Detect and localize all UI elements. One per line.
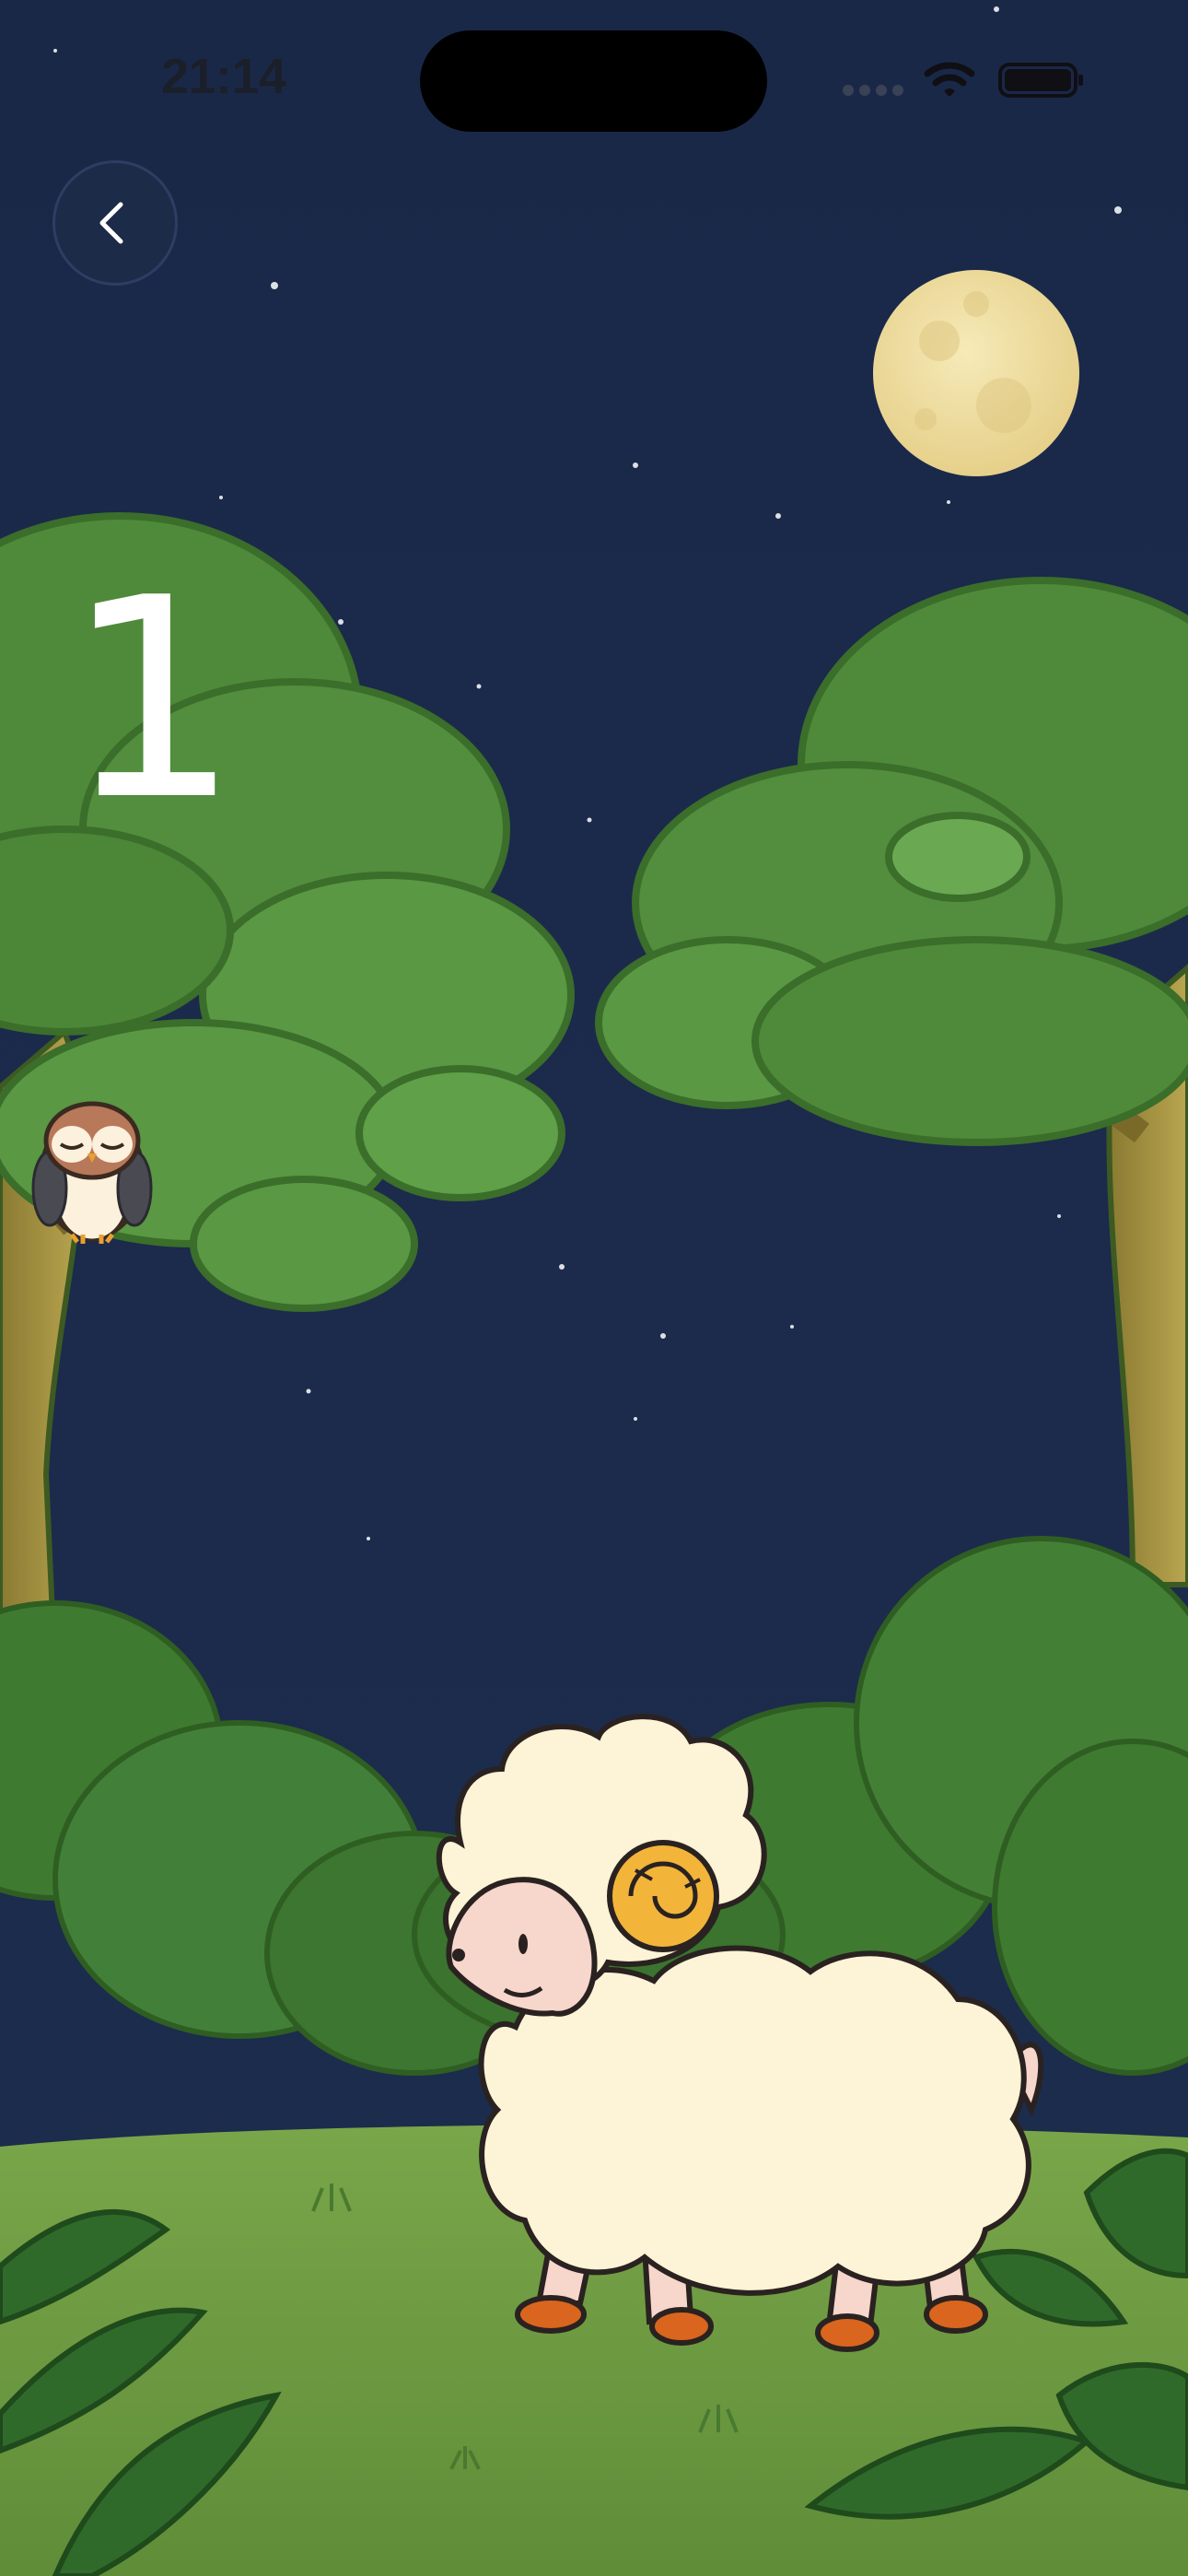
wifi-icon	[924, 62, 975, 97]
cellular-signal-icon	[843, 85, 903, 98]
sleep-scene[interactable]: 21:14 1	[0, 0, 1188, 2576]
moon	[873, 270, 1079, 476]
dynamic-island	[420, 30, 767, 132]
forest-background	[0, 6, 1188, 2576]
battery-icon	[998, 63, 1083, 98]
right-tree-canopy	[595, 577, 1188, 1146]
back-button[interactable]	[55, 163, 175, 283]
sheep-count: 1	[64, 539, 240, 861]
status-time: 21:14	[161, 49, 286, 104]
chevron-left-icon	[99, 202, 123, 244]
owl	[31, 1101, 153, 1244]
